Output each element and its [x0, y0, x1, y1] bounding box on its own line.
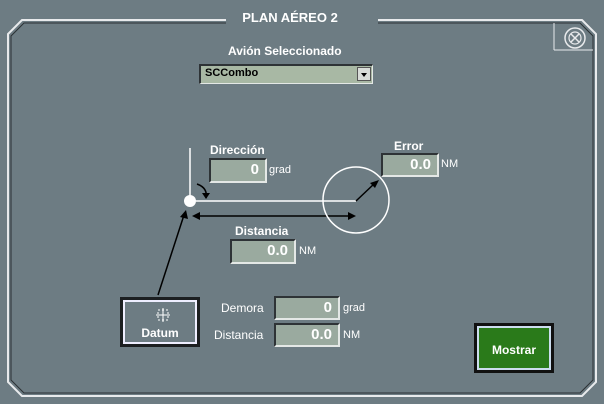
direccion-unit: grad: [269, 164, 292, 176]
datum-distancia-label: Distancia: [214, 328, 264, 342]
mostrar-button-face: Mostrar: [477, 326, 551, 370]
distancia-field[interactable]: 0.0: [230, 239, 296, 264]
distancia-unit: NM: [299, 245, 317, 257]
demora-unit: grad: [343, 302, 366, 314]
crosshair-icon: [156, 308, 170, 322]
error-field[interactable]: 0.0: [381, 153, 439, 177]
datum-distancia-unit: NM: [343, 329, 361, 341]
mostrar-button-label: Mostrar: [491, 343, 536, 357]
datum-button-label: Datum: [141, 326, 179, 340]
demora-field[interactable]: 0: [274, 296, 340, 320]
plan-aereo-window: PLAN AÉREO 2 Avión Seleccionado SCCombo: [0, 0, 604, 404]
mostrar-button[interactable]: Mostrar: [474, 323, 554, 373]
datum-button[interactable]: Datum: [120, 297, 200, 347]
error-unit: NM: [441, 158, 459, 170]
error-label: Error: [394, 139, 424, 153]
distancia-label: Distancia: [235, 224, 289, 238]
direccion-label: Dirección: [210, 143, 265, 157]
datum-button-face: Datum: [123, 300, 197, 344]
demora-label: Demora: [221, 301, 264, 315]
datum-distancia-field[interactable]: 0.0: [274, 323, 340, 347]
direccion-field[interactable]: 0: [209, 158, 267, 183]
